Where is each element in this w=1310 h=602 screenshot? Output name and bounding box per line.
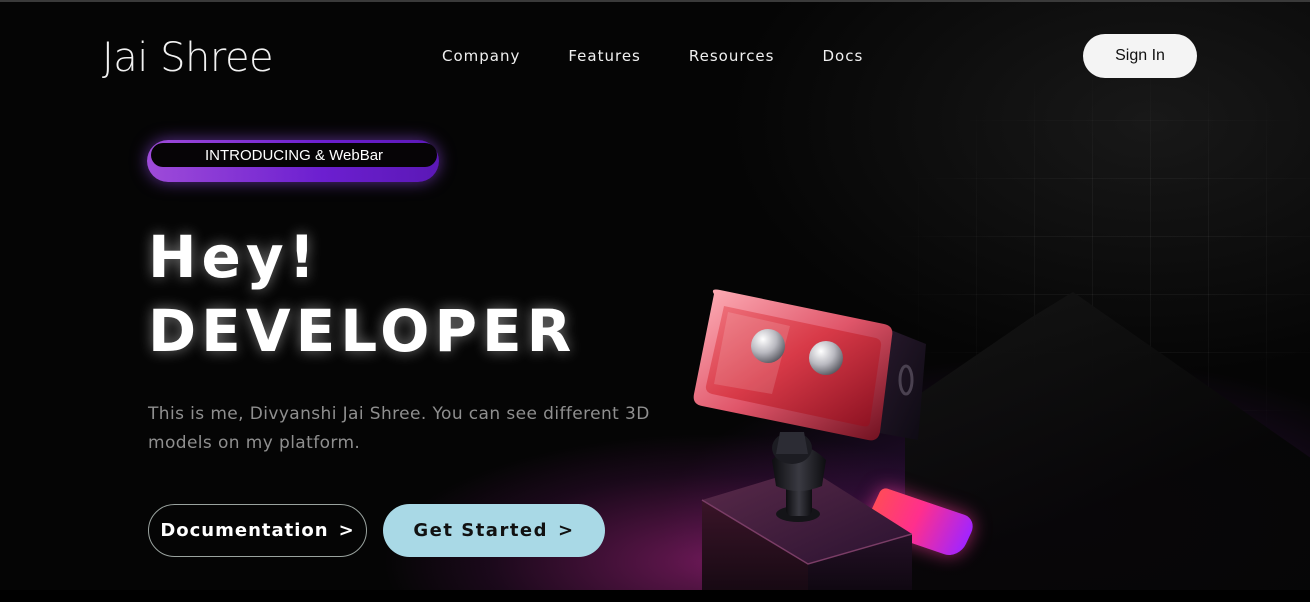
- nav-docs[interactable]: Docs: [822, 46, 863, 66]
- landing-page: Jai Shree Company Features Resources Doc…: [0, 0, 1310, 602]
- hero-title: DEVELOPER: [148, 297, 577, 365]
- hero-greeting: Hey!: [148, 223, 321, 291]
- bottom-edge: [0, 590, 1310, 602]
- chevron-right-icon: >: [558, 520, 575, 541]
- documentation-button[interactable]: Documentation >: [148, 504, 367, 557]
- get-started-button-label: Get Started: [413, 520, 549, 541]
- main-nav: Company Features Resources Docs: [442, 46, 911, 66]
- intro-pill[interactable]: INTRODUCING & WebBar: [147, 140, 439, 182]
- sign-in-button[interactable]: Sign In: [1083, 34, 1197, 78]
- site-logo[interactable]: Jai Shree: [102, 32, 274, 84]
- nav-resources[interactable]: Resources: [689, 46, 775, 66]
- nav-company[interactable]: Company: [442, 46, 520, 66]
- nav-features[interactable]: Features: [568, 46, 641, 66]
- robot-3d-icon: [693, 289, 926, 602]
- get-started-button[interactable]: Get Started >: [383, 504, 605, 557]
- intro-pill-label: INTRODUCING & WebBar: [151, 143, 437, 167]
- documentation-button-label: Documentation: [160, 520, 329, 541]
- chevron-right-icon: >: [338, 520, 355, 541]
- hero-subtitle: This is me, Divyanshi Jai Shree. You can…: [148, 404, 650, 453]
